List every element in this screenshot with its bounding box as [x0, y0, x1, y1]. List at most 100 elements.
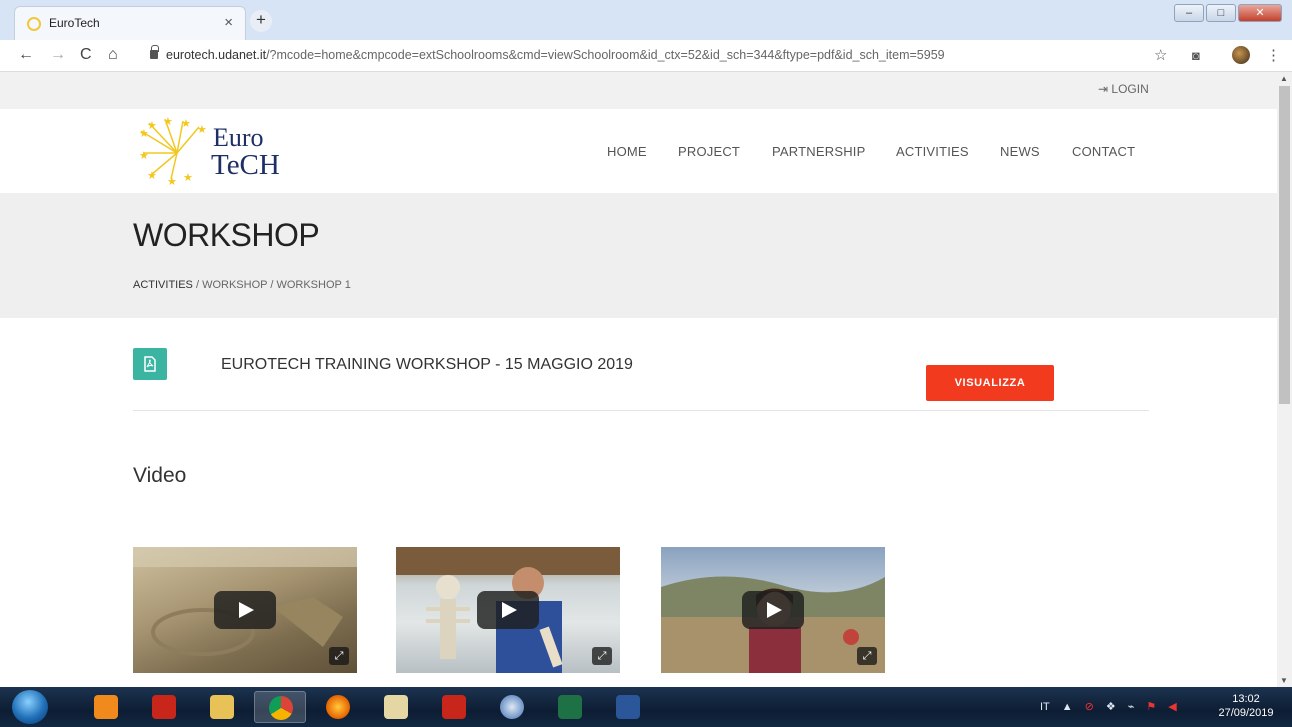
power-icon[interactable]: ⌁ [1128, 700, 1135, 713]
page-scrollbar[interactable]: ▲ ▼ [1277, 72, 1292, 687]
browser-tab-bar: EuroTech × + – □ ✕ [0, 0, 1292, 40]
svg-text:★: ★ [147, 119, 157, 132]
nav-partnership[interactable]: PARTNERSHIP [772, 144, 865, 159]
bookmark-star-icon[interactable]: ☆ [1154, 46, 1167, 64]
clock-time: 13:02 [1232, 693, 1260, 705]
show-hidden-icons-icon[interactable]: ▲ [1062, 701, 1073, 713]
breadcrumb-activities[interactable]: ACTIVITIES [133, 279, 193, 291]
nav-home[interactable]: HOME [607, 144, 647, 159]
web-page: ⇥ LOGIN ★ ★ ★ ★ ★ ★ ★ ★ ★ Euro TeCH HOME PROJ [0, 72, 1277, 687]
address-bar-row: ← → C ⌂ eurotech.udanet.it/?mcode=home&c… [0, 40, 1292, 72]
taskbar-excel[interactable] [544, 691, 596, 723]
play-icon[interactable] [214, 591, 276, 629]
thunderbird-icon [500, 695, 524, 719]
svg-text:★: ★ [181, 117, 191, 130]
scrollbar-thumb[interactable] [1279, 86, 1290, 404]
pdf-file-icon [133, 348, 167, 380]
breadcrumb-workshop-1: WORKSHOP 1 [276, 279, 351, 291]
video-thumbnail-1[interactable]: ⤢ [133, 547, 357, 673]
fullscreen-icon[interactable]: ⤢ [857, 647, 877, 665]
taskbar-mail[interactable] [370, 691, 422, 723]
browser-tab[interactable]: EuroTech × [14, 6, 246, 40]
taskbar-chrome[interactable] [254, 691, 306, 723]
system-tray: IT ▲ ⊘ ❖ ⌁ ⚑ ◀ [1040, 700, 1177, 714]
fullscreen-icon[interactable]: ⤢ [329, 647, 349, 665]
site-header: ★ ★ ★ ★ ★ ★ ★ ★ ★ Euro TeCH HOME PROJECT PARTN… [0, 109, 1277, 193]
start-button[interactable] [12, 690, 48, 724]
scroll-up-icon[interactable]: ▲ [1280, 74, 1288, 83]
document-title: EUROTECH TRAINING WORKSHOP - 15 MAGGIO 2… [221, 356, 633, 373]
taskbar-media-player[interactable] [80, 691, 132, 723]
new-tab-button[interactable]: + [250, 10, 272, 32]
chrome-menu-icon[interactable]: ⋮ [1266, 46, 1281, 64]
mail-icon [384, 695, 408, 719]
nav-news[interactable]: NEWS [1000, 144, 1040, 159]
dropbox-icon[interactable]: ❖ [1106, 700, 1116, 713]
taskbar-acrobat[interactable] [138, 691, 190, 723]
svg-text:★: ★ [163, 117, 173, 128]
close-tab-icon[interactable]: × [224, 14, 233, 31]
maximize-button[interactable]: □ [1206, 4, 1236, 22]
svg-text:★: ★ [197, 123, 207, 136]
profile-avatar[interactable] [1232, 46, 1250, 64]
login-link[interactable]: ⇥ LOGIN [1098, 82, 1149, 96]
acrobat-icon [442, 695, 466, 719]
stars-logo-icon: ★★ ★ ★ ★★ ★ ★ ★ [139, 117, 207, 187]
minimize-button[interactable]: – [1174, 4, 1204, 22]
word-icon [616, 695, 640, 719]
tab-title: EuroTech [49, 16, 100, 30]
clock-date: 27/09/2019 [1218, 707, 1274, 719]
forward-button[interactable]: → [50, 46, 66, 64]
taskbar-acrobat-2[interactable] [428, 691, 480, 723]
reload-button[interactable]: C [80, 46, 92, 64]
nav-contact[interactable]: CONTACT [1072, 144, 1135, 159]
play-icon[interactable] [477, 591, 539, 629]
nav-project[interactable]: PROJECT [678, 144, 740, 159]
close-window-button[interactable]: ✕ [1238, 4, 1282, 22]
page-title: WORKSHOP [133, 217, 320, 253]
breadcrumb-workshop[interactable]: WORKSHOP [202, 279, 267, 291]
page-title-bar: WORKSHOP ACTIVITIES / WORKSHOP / WORKSHO… [0, 193, 1277, 318]
svg-text:★: ★ [167, 175, 177, 187]
system-clock[interactable]: 13:02 27/09/2019 [1210, 692, 1282, 720]
nav-activities[interactable]: ACTIVITIES [896, 144, 969, 159]
taskbar-thunderbird[interactable] [486, 691, 538, 723]
lock-icon [150, 45, 159, 59]
firefox-icon [326, 695, 350, 719]
camera-icon[interactable]: ◙ [1192, 48, 1200, 63]
media-player-icon [94, 695, 118, 719]
site-favicon-icon [27, 17, 41, 31]
taskbar-firefox[interactable] [312, 691, 364, 723]
url-field[interactable]: eurotech.udanet.it/?mcode=home&cmpcode=e… [166, 48, 945, 62]
windows-taskbar: IT ▲ ⊘ ❖ ⌁ ⚑ ◀ 13:02 27/09/2019 [0, 687, 1292, 727]
scroll-down-icon[interactable]: ▼ [1280, 676, 1288, 685]
svg-text:★: ★ [139, 149, 149, 162]
play-icon[interactable] [742, 591, 804, 629]
chrome-icon [269, 696, 293, 720]
back-button[interactable]: ← [18, 46, 34, 64]
video-thumbnail-3[interactable]: ⤢ [661, 547, 885, 673]
svg-text:★: ★ [147, 169, 157, 182]
folder-icon [210, 695, 234, 719]
video-thumbnail-2[interactable]: ⤢ [396, 547, 620, 673]
home-button[interactable]: ⌂ [108, 46, 118, 64]
action-center-flag-icon[interactable]: ⚑ [1146, 700, 1156, 713]
antivirus-icon[interactable]: ⊘ [1085, 700, 1094, 713]
breadcrumb: ACTIVITIES / WORKSHOP / WORKSHOP 1 [133, 279, 351, 291]
language-indicator[interactable]: IT [1040, 701, 1050, 713]
svg-text:★: ★ [183, 171, 193, 184]
fullscreen-icon[interactable]: ⤢ [592, 647, 612, 665]
acrobat-icon [152, 695, 176, 719]
taskbar-explorer[interactable] [196, 691, 248, 723]
top-strip: ⇥ LOGIN [0, 72, 1277, 109]
volume-icon[interactable]: ◀ [1168, 700, 1176, 713]
taskbar-word[interactable] [602, 691, 654, 723]
logo-text-tech: TeCH [211, 149, 280, 181]
excel-icon [558, 695, 582, 719]
visualize-button[interactable]: VISUALIZZA [926, 365, 1054, 401]
video-heading: Video [133, 464, 187, 487]
url-path: /?mcode=home&cmpcode=extSchoolrooms&cmd=… [266, 48, 945, 62]
login-label: LOGIN [1111, 82, 1149, 96]
divider [133, 410, 1149, 411]
eurotech-logo[interactable]: ★ ★ ★ ★ ★ ★ ★ ★ ★ Euro TeCH [137, 117, 307, 187]
